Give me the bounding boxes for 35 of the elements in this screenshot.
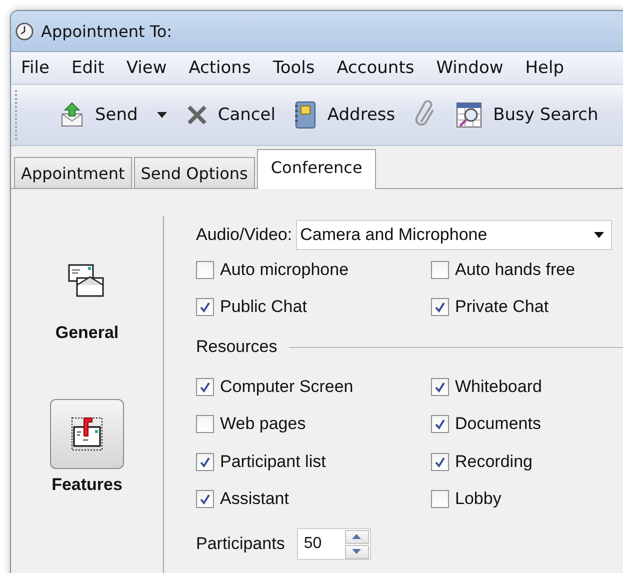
menu-item[interactable]: Tools [272, 58, 315, 78]
menu-item[interactable]: Actions [188, 58, 251, 78]
tab[interactable]: Conference [256, 149, 376, 189]
checkbox-label[interactable]: Assistant [220, 489, 289, 510]
checkbox-label[interactable]: Web pages [220, 414, 306, 434]
address-button[interactable]: Address [290, 96, 398, 134]
checkbox-label[interactable]: Auto hands free [455, 260, 576, 280]
menu-item[interactable]: Window [436, 58, 504, 78]
window-title: Appointment To: [41, 22, 172, 40]
menu-item[interactable]: Accounts [336, 58, 414, 78]
checkbox-label[interactable]: Recording [455, 452, 532, 472]
field-label: Audio/Video: [196, 225, 292, 245]
group-heading: Resources [196, 337, 278, 357]
checkbox-label[interactable]: Computer Screen [220, 376, 354, 397]
section-label[interactable]: General [55, 323, 119, 343]
menu-item[interactable]: File [21, 58, 50, 78]
cancel-button[interactable]: Cancel [182, 100, 278, 130]
tab[interactable]: Send Options [134, 157, 255, 188]
menu-item[interactable]: View [126, 58, 167, 78]
checkbox-label[interactable]: Auto microphone [220, 260, 349, 280]
menu-item[interactable]: Help [525, 58, 564, 78]
busy-search-button[interactable]: Busy Search [452, 97, 602, 133]
field-label: Participants [196, 534, 285, 554]
send-button[interactable]: Send [56, 98, 141, 132]
section-label[interactable]: Features [52, 475, 122, 495]
checkbox-label[interactable]: Participant list [220, 452, 326, 472]
checkbox-label[interactable]: Whiteboard [455, 376, 542, 397]
checkbox-label[interactable]: Documents [455, 414, 541, 434]
checkbox-label[interactable]: Lobby [455, 489, 502, 510]
audio-video-dropdown[interactable]: Camera and Microphone [296, 220, 612, 250]
menu-item[interactable]: Edit [71, 58, 104, 78]
participants-spinner[interactable]: 50 [296, 528, 371, 560]
checkbox-label[interactable]: Public Chat [220, 297, 307, 318]
tab[interactable]: Appointment [14, 157, 132, 188]
checkbox-label[interactable]: Private Chat [455, 297, 549, 318]
